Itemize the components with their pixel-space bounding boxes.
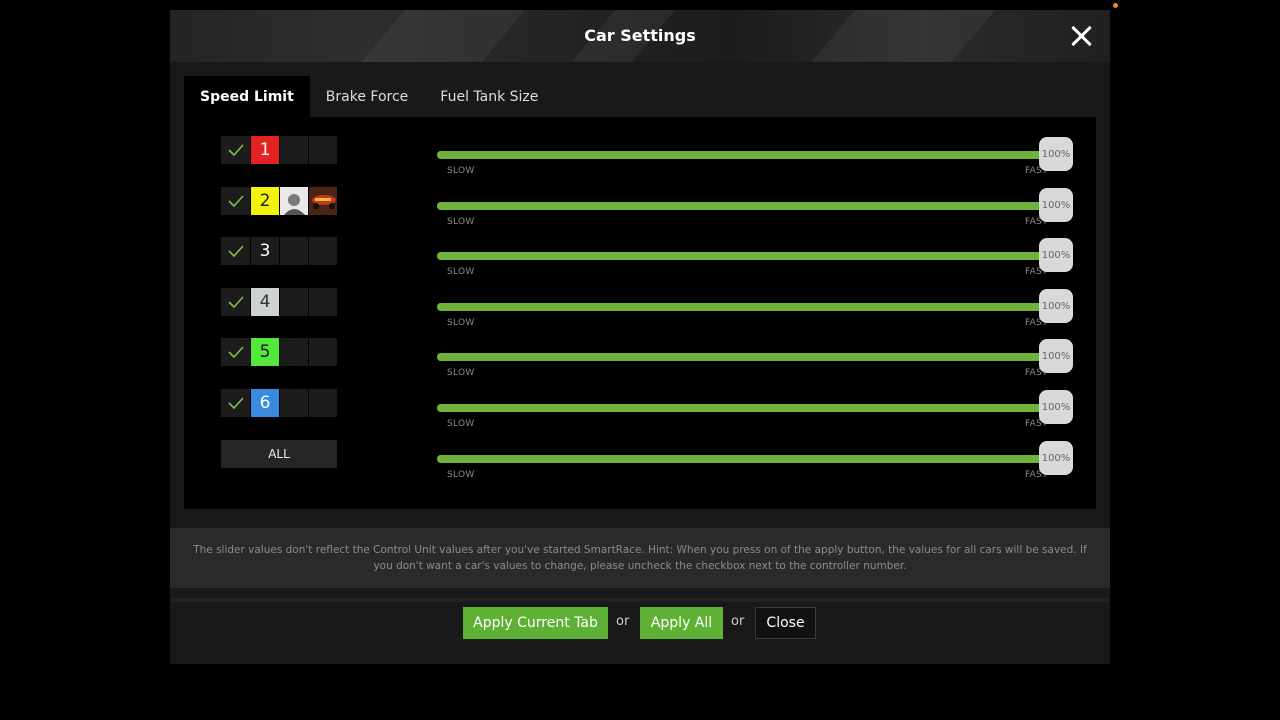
slider-fill [437, 252, 1047, 260]
speed-slider[interactable]: SLOW FAST 100% [437, 383, 1073, 429]
driver-avatar [279, 187, 308, 215]
hint-text: The slider values don't reflect the Cont… [193, 544, 1087, 572]
speed-slider[interactable]: SLOW FAST 100% [437, 231, 1073, 277]
controller-number: 6 [250, 389, 279, 417]
slider-track[interactable] [437, 252, 1047, 260]
slider-handle[interactable]: 100% [1039, 137, 1073, 171]
car-thumbnail [308, 187, 337, 215]
slider-track[interactable] [437, 303, 1047, 311]
slider-track[interactable] [437, 353, 1047, 361]
tab-fuel-tank-size[interactable]: Fuel Tank Size [424, 76, 554, 117]
controller-checkbox[interactable] [221, 338, 250, 366]
slider-handle[interactable]: 100% [1039, 289, 1073, 323]
slider-track[interactable] [437, 455, 1047, 463]
checkmark-icon [227, 195, 244, 207]
apply-all-button[interactable]: Apply All [640, 607, 723, 639]
controller-checkbox[interactable] [221, 389, 250, 417]
checkmark-icon [227, 144, 244, 156]
all-button[interactable]: ALL [221, 440, 337, 468]
slider-handle[interactable]: 100% [1039, 188, 1073, 222]
slider-min-label: SLOW [447, 166, 475, 176]
slider-fill [437, 202, 1047, 210]
driver-avatar [279, 136, 308, 164]
car-thumbnail [308, 389, 337, 417]
controller-checkbox[interactable] [221, 288, 250, 316]
controller-row: 1 [221, 136, 337, 164]
slider-min-label: SLOW [447, 318, 475, 328]
controller-row: 3 [221, 237, 337, 265]
slider-fill [437, 455, 1047, 463]
tab-brake-force[interactable]: Brake Force [310, 76, 425, 117]
checkmark-icon [227, 397, 244, 409]
slider-handle[interactable]: 100% [1039, 339, 1073, 373]
slider-fill [437, 404, 1047, 412]
slider-fill [437, 303, 1047, 311]
dialog-title: Car Settings [584, 26, 696, 45]
driver-avatar [279, 237, 308, 265]
slider-fill [437, 151, 1047, 159]
status-dot [1113, 3, 1118, 8]
slider-min-label: SLOW [447, 470, 475, 480]
controller-number: 5 [250, 338, 279, 366]
slider-track[interactable] [437, 151, 1047, 159]
slider-handle[interactable]: 100% [1039, 238, 1073, 272]
controller-number: 3 [250, 237, 279, 265]
hint-box: The slider values don't reflect the Cont… [170, 528, 1110, 588]
speed-slider[interactable]: SLOW FAST 100% [437, 181, 1073, 227]
close-icon[interactable] [1066, 21, 1096, 51]
or-text: or [731, 614, 745, 629]
slider-min-label: SLOW [447, 419, 475, 429]
checkmark-icon [227, 296, 244, 308]
slider-min-label: SLOW [447, 217, 475, 227]
speed-slider[interactable]: SLOW FAST 100% [437, 332, 1073, 378]
checkmark-icon [227, 346, 244, 358]
footer-divider [170, 598, 1110, 602]
car-settings-dialog: Car Settings Speed Limit Brake Force Fuel … [170, 10, 1110, 664]
slider-track[interactable] [437, 404, 1047, 412]
car-thumbnail [308, 338, 337, 366]
slider-handle[interactable]: 100% [1039, 441, 1073, 475]
speed-slider[interactable]: SLOW FAST 100% [437, 434, 1073, 480]
car-thumbnail [308, 237, 337, 265]
controller-row: 6 [221, 389, 337, 417]
slider-handle[interactable]: 100% [1039, 390, 1073, 424]
apply-current-tab-button[interactable]: Apply Current Tab [463, 607, 608, 639]
controller-row: 5 [221, 338, 337, 366]
controller-checkbox[interactable] [221, 187, 250, 215]
close-button[interactable]: Close [755, 607, 816, 639]
slider-fill [437, 353, 1047, 361]
driver-avatar [279, 338, 308, 366]
controller-checkbox[interactable] [221, 237, 250, 265]
slider-min-label: SLOW [447, 267, 475, 277]
speed-slider[interactable]: SLOW FAST 100% [437, 282, 1073, 328]
controller-number: 2 [250, 187, 279, 215]
car-thumbnail [308, 136, 337, 164]
controller-checkbox[interactable] [221, 136, 250, 164]
controller-number: 4 [250, 288, 279, 316]
dialog-header: Car Settings [170, 10, 1110, 62]
controller-number: 1 [250, 136, 279, 164]
controller-row: 2 [221, 187, 337, 215]
or-text: or [616, 614, 630, 629]
settings-panel: ALL 1 2 3 4 5 6 SLOW FAST 100% SLOW FAST 100% SLOW FA… [184, 117, 1096, 509]
slider-min-label: SLOW [447, 368, 475, 378]
driver-avatar [279, 288, 308, 316]
controller-row: 4 [221, 288, 337, 316]
tab-bar: Speed Limit Brake Force Fuel Tank Size [184, 76, 554, 117]
checkmark-icon [227, 245, 244, 257]
driver-avatar [279, 389, 308, 417]
car-thumbnail [308, 288, 337, 316]
speed-slider[interactable]: SLOW FAST 100% [437, 130, 1073, 176]
tab-speed-limit[interactable]: Speed Limit [184, 76, 310, 117]
slider-track[interactable] [437, 202, 1047, 210]
